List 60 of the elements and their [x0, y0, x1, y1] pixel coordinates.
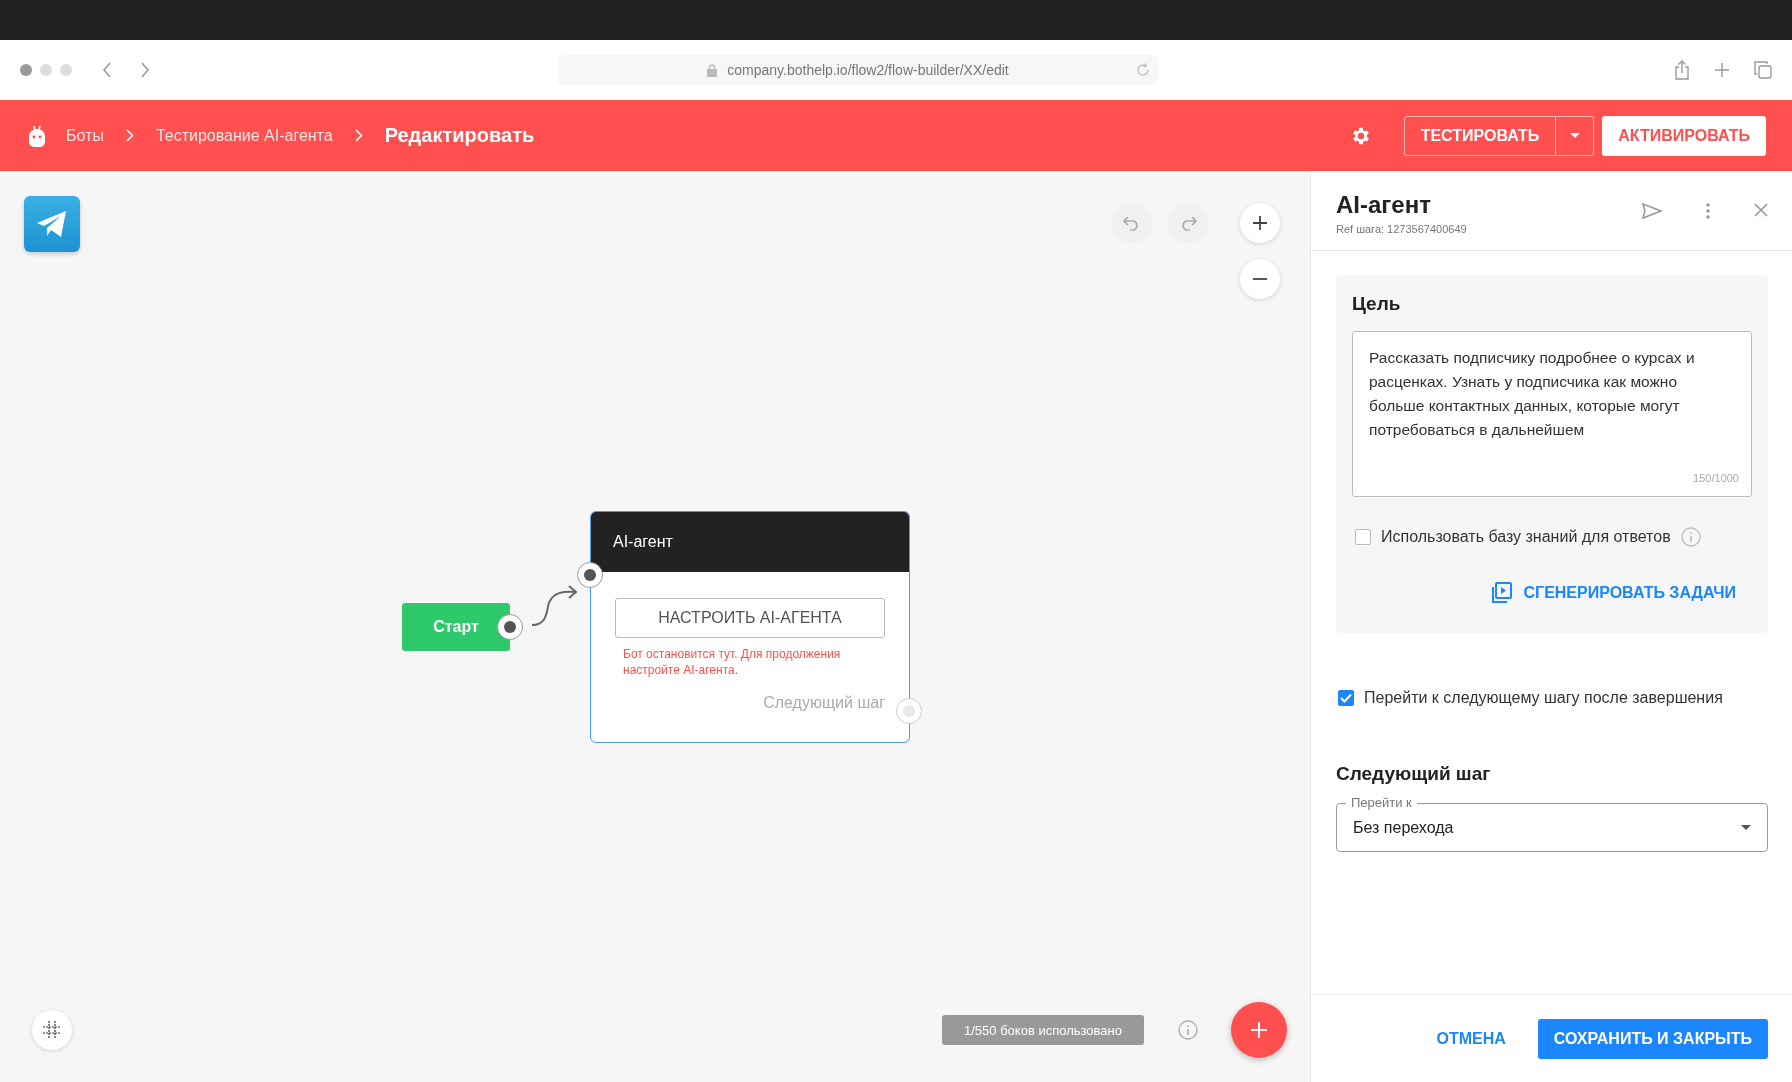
grid-button[interactable] [32, 1010, 72, 1050]
telegram-icon [24, 196, 80, 252]
info-icon[interactable] [1680, 527, 1701, 547]
redo-button[interactable] [1168, 203, 1208, 243]
checkbox-label: Перейти к следующему шагу после завершения [1364, 689, 1723, 707]
node-title: AI-агент [591, 512, 909, 572]
plus-icon[interactable] [1714, 62, 1730, 78]
caret-icon [1741, 825, 1751, 830]
breadcrumb-link[interactable]: Тестирование AI-агента [155, 126, 333, 145]
breadcrumb-link[interactable]: Боты [66, 126, 104, 145]
step-ref: Ref шага: 1273567400649 [1336, 223, 1468, 235]
share-icon[interactable] [1674, 60, 1690, 80]
send-icon[interactable] [1642, 203, 1662, 219]
char-counter: 150/1000 [1693, 472, 1739, 484]
checkbox-label: Использовать базу знаний для ответов [1381, 528, 1671, 546]
window-control-icon[interactable] [60, 64, 72, 76]
next-step-checkbox[interactable] [1338, 690, 1354, 706]
add-button[interactable] [1231, 1002, 1287, 1058]
panel-title: AI-агент [1336, 191, 1432, 219]
lock-icon [707, 63, 718, 77]
usage-counter: 1/550 боков использовано [942, 1015, 1144, 1045]
redo-icon [1179, 215, 1197, 231]
plus-icon [1250, 1021, 1268, 1039]
info-icon[interactable] [1178, 1020, 1198, 1040]
reload-icon[interactable] [1136, 63, 1150, 77]
play-icon [1489, 581, 1514, 605]
chevron-icon [354, 129, 363, 142]
minus-icon [1253, 278, 1267, 280]
generate-tasks-button[interactable]: СГЕНЕРИРОВАТЬ ЗАДАЧИ [1489, 581, 1752, 605]
plus-icon [1252, 215, 1268, 231]
cancel-button[interactable]: ОТМЕНА [1428, 1019, 1514, 1058]
next-step-label: Следующий шаг [762, 694, 885, 712]
agent-node[interactable]: AI-агент НАСТРОИТЬ AI-АГЕНТА Бот остановится тут. Для продолжения настройте AI-агента. Следующий шаг [590, 511, 910, 743]
page-title: Редактировать [384, 124, 535, 147]
warning-text: Бот остановится тут. Для продолжения настройте AI-агента. [623, 646, 842, 678]
goal-field[interactable]: Рассказать подписчику подробнее о курсах и расценках. Узнать у подписчика как можно больше контактных данных, которые могут потребоваться в дальнейшем 150/1000 [1352, 331, 1752, 497]
goal-heading: Цель [1352, 293, 1402, 315]
activate-button[interactable]: АКТИВИРОВАТЬ [1602, 115, 1766, 156]
tabs-icon[interactable] [1754, 61, 1772, 79]
window-control-icon[interactable] [20, 64, 32, 76]
more-icon[interactable] [1706, 203, 1710, 219]
chevron-icon [125, 129, 134, 142]
window-control-icon[interactable] [40, 64, 52, 76]
undo-button[interactable] [1112, 203, 1152, 243]
undo-icon [1123, 215, 1141, 231]
input-port[interactable] [577, 562, 603, 588]
save-close-button[interactable]: СОХРАНИТЬ И ЗАКРЫТЬ [1537, 1018, 1768, 1059]
back-icon[interactable] [102, 62, 112, 78]
caret-icon [1569, 133, 1580, 138]
grid-icon [43, 1021, 61, 1039]
address-bar[interactable]: company.bothelp.io/flow2/flow-builder/XX/edit [558, 55, 1158, 85]
robot-icon [28, 123, 46, 148]
section-heading: Следующий шаг [1336, 763, 1492, 785]
start-node[interactable]: Старт [402, 603, 510, 651]
knowledge-checkbox[interactable] [1355, 529, 1371, 545]
zoom-in-button[interactable] [1240, 203, 1280, 243]
flow-canvas[interactable]: Старт AI-агент НАСТРОИТЬ AI-АГЕНТА Бот остановится тут. Для продолжения настройте AI-агента. Следующий шаг 1/550 боков использовано [0, 171, 1311, 1082]
close-icon[interactable] [1754, 203, 1768, 217]
setup-agent-button[interactable]: НАСТРОИТЬ AI-АГЕНТА [615, 598, 885, 638]
forward-icon[interactable] [140, 62, 150, 78]
